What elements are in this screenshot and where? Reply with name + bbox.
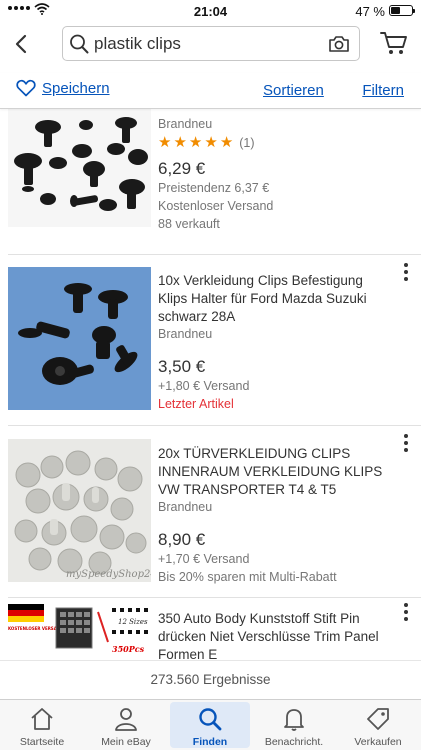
divider [8,425,421,426]
blue-background-clips-image [8,267,151,410]
listing-info: 10x Verkleidung Clips Befestigung Klips … [158,272,390,413]
result-count: 273.560 Ergebnisse [0,660,421,699]
star-icon: ★ [219,134,234,151]
listing-item[interactable]: mySpeedyShop24 20x TÜRVERKLEIDUNG CLIPS … [0,433,421,593]
sold-count: 88 verkauft [158,217,220,231]
tab-search[interactable]: Finden [168,700,252,750]
listing-price: 3,50 € [158,357,206,376]
tab-label: Mein eBay [101,736,151,748]
listing-price: 6,29 € [158,159,206,178]
star-icon: ★ [173,134,187,151]
tab-home[interactable]: Startseite [0,700,84,750]
search-header: plastik clips [0,20,421,68]
listing-condition: Brandneu [158,117,213,131]
camera-icon[interactable] [328,35,350,53]
star-icon: ★ [158,134,172,151]
listing-image[interactable] [8,109,151,227]
divider [8,597,421,598]
shipping-info: +1,80 € Versand [158,379,250,393]
search-icon [70,34,89,54]
more-options-icon[interactable] [403,602,409,622]
search-input[interactable]: plastik clips [62,26,360,61]
listing-image[interactable] [8,267,151,410]
heart-icon [16,79,36,97]
tab-notifications[interactable]: Benachricht. [252,700,336,750]
status-bar: 21:04 47 % [0,0,421,20]
listing-title[interactable]: 350 Auto Body Kunststoff Stift Pin drück… [158,610,390,660]
image-watermark: mySpeedyShop24 [66,569,151,580]
black-clips-image [8,109,151,227]
listing-item[interactable]: KOSTENLOSER VERSAND 12 Sizes 350Pcs 350 … [0,602,421,660]
multi-discount-info: Bis 20% sparen mit Multi-Rabatt [158,570,337,584]
listing-image[interactable]: mySpeedyShop24 [8,439,151,582]
listing-title[interactable]: 20x TÜRVERKLEIDUNG CLIPS INNENRAUM VERKL… [158,445,390,499]
listing-item[interactable]: Brandneu ★ ★ ★ ★ ★ (1) 6,29 € Preistende… [0,109,421,251]
home-icon [31,708,53,730]
tab-label: Benachricht. [264,736,324,748]
tag-icon [367,708,389,730]
battery-percent: 47 % [355,4,385,19]
star-icon: ★ [204,134,218,151]
listing-item[interactable]: 10x Verkleidung Clips Befestigung Klips … [0,262,421,422]
price-trend: Preistendenz 6,37 € [158,181,270,195]
shipping-info: Kostenloser Versand [158,199,274,213]
grey-clips-image: mySpeedyShop24 [8,439,151,582]
cart-icon[interactable] [380,30,408,56]
sort-button[interactable]: Sortieren [263,82,324,99]
bell-icon [284,709,304,731]
filter-button[interactable]: Filtern [362,82,404,99]
shipping-info: +1,70 € Versand [158,552,250,566]
listing-info: 20x TÜRVERKLEIDUNG CLIPS INNENRAUM VERKL… [158,445,390,586]
last-item-badge: Letzter Artikel [158,397,234,411]
more-options-icon[interactable] [403,433,409,453]
tab-my-ebay[interactable]: Mein eBay [84,700,168,750]
rating-stars: ★ ★ ★ ★ ★ (1) [158,135,390,151]
listing-image[interactable]: KOSTENLOSER VERSAND 12 Sizes 350Pcs [8,602,151,660]
tab-bar: Startseite Mein eBay Finden Benachricht.… [0,699,421,750]
listing-info: Brandneu ★ ★ ★ ★ ★ (1) 6,29 € Preistende… [158,117,390,233]
assorted-clips-kit-image: KOSTENLOSER VERSAND 12 Sizes 350Pcs [8,602,151,660]
action-bar: Speichern Sortieren Filtern [0,73,421,109]
search-query: plastik clips [94,34,181,53]
divider [8,254,421,255]
image-sizes-badge: 12 Sizes [118,618,148,626]
listing-condition: Brandneu [158,327,213,341]
tab-label: Verkaufen [354,736,402,748]
listing-title[interactable]: 10x Verkleidung Clips Befestigung Klips … [158,272,390,326]
save-search-button[interactable]: Speichern [16,79,110,97]
tab-label: Startseite [19,736,65,748]
tab-sell[interactable]: Verkaufen [336,700,420,750]
rating-count: (1) [239,136,255,150]
search-icon [199,708,222,731]
tab-label: Finden [192,736,228,748]
listing-price: 8,90 € [158,530,206,549]
battery-level [391,7,401,14]
save-label: Speichern [42,79,110,97]
listing-info: 350 Auto Body Kunststoff Stift Pin drück… [158,610,390,660]
back-button[interactable] [10,30,34,58]
person-icon [115,708,137,731]
battery-icon [389,5,415,16]
more-options-icon[interactable] [403,262,409,282]
image-count-badge: 350Pcs [112,644,145,654]
star-icon: ★ [188,134,203,151]
listing-condition: Brandneu [158,500,213,514]
